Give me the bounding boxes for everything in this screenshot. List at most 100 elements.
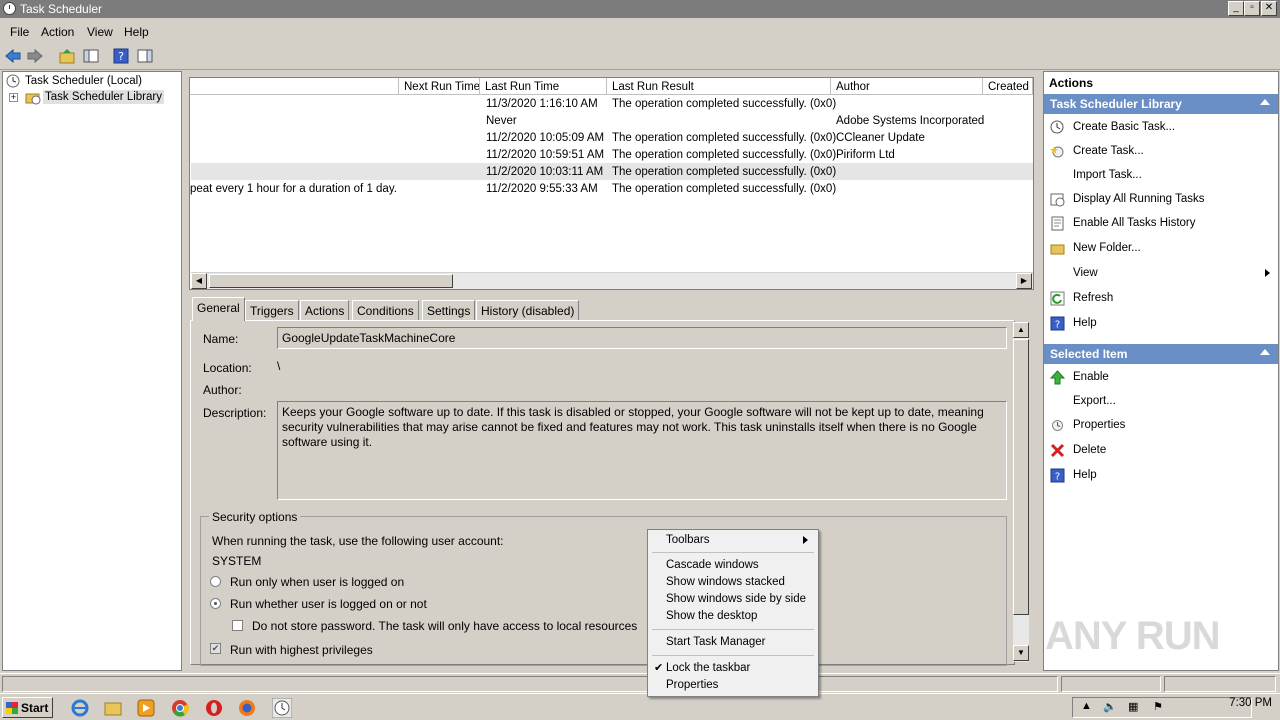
row-3-author: Piriform Ltd: [836, 149, 895, 161]
menu-view[interactable]: View: [87, 25, 113, 39]
account-value: SYSTEM: [212, 554, 262, 568]
action-create-basic-task[interactable]: Create Basic Task...: [1048, 117, 1276, 139]
radio-run-only-logged-on[interactable]: [210, 576, 221, 587]
clock-icon: [6, 74, 20, 88]
column-header-last-run-time[interactable]: Last Run Time: [480, 78, 607, 95]
column-header-created[interactable]: Created: [983, 78, 1033, 95]
show-hide-action-pane-icon[interactable]: [136, 47, 154, 65]
section-task-scheduler-library[interactable]: Task Scheduler Library: [1044, 94, 1278, 114]
name-field[interactable]: GoogleUpdateTaskMachineCore: [277, 327, 1007, 349]
collapse-caret-icon[interactable]: [1260, 99, 1270, 105]
horizontal-scroll-thumb[interactable]: [209, 274, 453, 288]
description-field[interactable]: Keeps your Google software up to date. I…: [277, 401, 1007, 500]
action-import-task[interactable]: Import Task...: [1048, 165, 1276, 187]
horizontal-scrollbar[interactable]: ◀ ▶: [191, 272, 1033, 289]
action-label: Help: [1073, 469, 1097, 481]
restore-button[interactable]: ▫: [1244, 1, 1260, 16]
action-label: New Folder...: [1073, 242, 1141, 254]
tree-expander[interactable]: +: [9, 93, 18, 102]
action-new-folder[interactable]: New Folder...: [1048, 238, 1276, 260]
column-header-next-run-time[interactable]: Next Run Time: [399, 78, 480, 95]
do-not-store-password-checkbox[interactable]: [232, 620, 243, 631]
ctx-label: Show windows stacked: [666, 576, 785, 588]
tab-actions[interactable]: Actions: [300, 300, 350, 320]
start-button[interactable]: Start: [2, 697, 53, 718]
menu-file[interactable]: File: [10, 25, 29, 39]
internet-explorer-icon[interactable]: [70, 698, 90, 718]
tree-item-task-scheduler-local[interactable]: Task Scheduler (Local): [25, 75, 142, 87]
ctx-show-windows-side-by-side[interactable]: Show windows side by side: [650, 591, 816, 608]
tab-settings[interactable]: Settings: [422, 300, 476, 320]
clock[interactable]: 7:30 PM: [1229, 697, 1272, 709]
windows-logo-icon: [6, 702, 18, 714]
column-header-blank[interactable]: [190, 78, 399, 95]
task-scheduler-taskbar-icon[interactable]: [272, 698, 292, 718]
action-create-task[interactable]: Create Task...: [1048, 141, 1276, 163]
row-0-result: The operation completed successfully. (0…: [612, 98, 837, 110]
menu-help[interactable]: Help: [124, 25, 149, 39]
row-5-trigger: peat every 1 hour for a duration of 1 da…: [190, 183, 397, 195]
title-bar: Task Scheduler _ ▫ ✕: [0, 0, 1280, 18]
forward-arrow-icon[interactable]: [26, 47, 44, 65]
help-icon[interactable]: ?: [112, 47, 130, 65]
section-selected-item[interactable]: Selected Item: [1044, 344, 1278, 364]
action-label: Create Basic Task...: [1073, 121, 1176, 133]
scroll-down-arrow-icon[interactable]: ▼: [1013, 645, 1029, 661]
tray-expand-icon[interactable]: ▲: [1081, 700, 1092, 712]
ctx-start-task-manager[interactable]: Start Task Manager: [650, 634, 816, 651]
collapse-caret-icon[interactable]: [1260, 349, 1270, 355]
vertical-scrollbar[interactable]: ▲ ▼: [1013, 322, 1029, 662]
firefox-icon[interactable]: [237, 698, 257, 718]
tab-general[interactable]: General: [192, 297, 245, 321]
chrome-icon[interactable]: [170, 698, 190, 718]
back-arrow-icon[interactable]: [4, 47, 22, 65]
close-button[interactable]: ✕: [1261, 1, 1277, 16]
show-hide-console-tree-icon[interactable]: [82, 47, 100, 65]
action-center-flag-icon[interactable]: ⚑: [1153, 700, 1163, 713]
watermark-text: ANY RUN: [1045, 614, 1221, 658]
tab-triggers[interactable]: Triggers: [245, 300, 299, 320]
up-folder-icon[interactable]: [58, 47, 76, 65]
action-help-selected[interactable]: ? Help: [1048, 465, 1276, 487]
action-label: Import Task...: [1073, 169, 1142, 181]
ctx-separator: [652, 629, 814, 630]
scroll-up-arrow-icon[interactable]: ▲: [1013, 322, 1029, 338]
tab-conditions[interactable]: Conditions: [352, 300, 419, 320]
column-header-last-run-result[interactable]: Last Run Result: [607, 78, 831, 95]
ctx-show-desktop[interactable]: Show the desktop: [650, 608, 816, 625]
ctx-properties[interactable]: Properties: [650, 677, 816, 694]
minimize-button[interactable]: _: [1228, 1, 1244, 16]
action-properties[interactable]: Properties: [1048, 415, 1276, 437]
ctx-toolbars[interactable]: Toolbars: [650, 532, 816, 549]
action-export[interactable]: Export...: [1048, 391, 1276, 413]
action-display-running-tasks[interactable]: Display All Running Tasks: [1048, 189, 1276, 211]
volume-icon[interactable]: 🔈: [1103, 700, 1117, 713]
action-refresh[interactable]: Refresh: [1048, 288, 1276, 310]
menu-action[interactable]: Action: [41, 25, 74, 39]
scroll-left-arrow-icon[interactable]: ◀: [191, 273, 207, 289]
ctx-show-windows-stacked[interactable]: Show windows stacked: [650, 574, 816, 591]
action-delete[interactable]: Delete: [1048, 440, 1276, 462]
anyrun-watermark: ANY RUN: [1045, 612, 1235, 662]
network-icon[interactable]: ▦: [1128, 700, 1138, 713]
highest-privileges-checkbox[interactable]: ✔: [210, 643, 221, 654]
tree-item-task-scheduler-library[interactable]: Task Scheduler Library: [43, 90, 164, 104]
action-enable-tasks-history[interactable]: Enable All Tasks History: [1048, 213, 1276, 235]
media-player-icon[interactable]: [136, 698, 156, 718]
column-header-author[interactable]: Author: [831, 78, 983, 95]
red-x-delete-icon: [1050, 443, 1065, 458]
file-explorer-icon[interactable]: [103, 698, 123, 718]
do-not-store-password-label: Do not store password. The task will onl…: [252, 619, 638, 633]
opera-icon[interactable]: [204, 698, 224, 718]
vertical-scroll-thumb[interactable]: [1013, 339, 1029, 615]
scroll-right-arrow-icon[interactable]: ▶: [1016, 273, 1032, 289]
tab-history[interactable]: History (disabled): [476, 300, 580, 320]
action-view[interactable]: View: [1048, 263, 1276, 285]
radio-run-whether-logged-on[interactable]: [210, 598, 221, 609]
action-help-library[interactable]: ? Help: [1048, 313, 1276, 335]
account-prompt: When running the task, use the following…: [212, 534, 504, 548]
ctx-lock-taskbar[interactable]: ✔ Lock the taskbar: [650, 660, 816, 677]
ctx-cascade-windows[interactable]: Cascade windows: [650, 557, 816, 574]
row-4-last-run: 11/2/2020 10:03:11 AM: [486, 166, 604, 178]
action-enable[interactable]: Enable: [1048, 367, 1276, 389]
